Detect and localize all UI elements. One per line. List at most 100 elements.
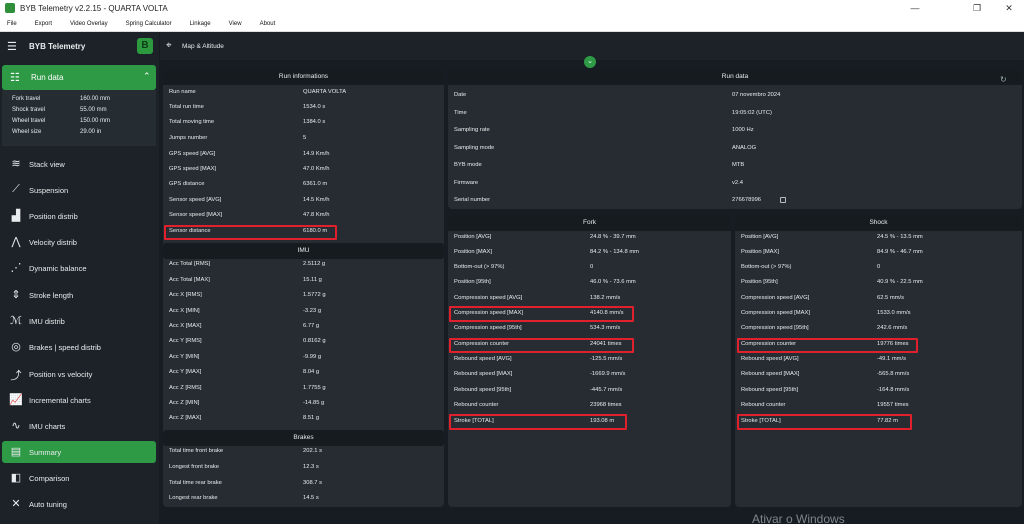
sidebar-item-label: Dynamic balance	[29, 264, 87, 273]
run-data-row: BYB mode MTB	[454, 162, 832, 176]
shock-row: Rebound speed [95th] -164.8 mm/s	[741, 387, 977, 401]
run-data-row-label: Sampling rate	[454, 127, 490, 133]
sidebar-item-dynamic-balance[interactable]: ⋰ Dynamic balance	[2, 257, 156, 279]
brakes-row-label: Longest front brake	[169, 464, 219, 470]
shock-row-value: 77.82 m	[877, 418, 898, 424]
run-summary-label: Wheel size	[12, 129, 42, 135]
brakes-title: Brakes	[163, 430, 444, 446]
window-title: BYB Telemetry v2.2.15 - QUARTA VOLTA	[20, 3, 168, 13]
menu-spring-calculator[interactable]: Spring Calculator	[126, 21, 172, 27]
run-info-row-label: GPS speed [AVG]	[169, 151, 216, 157]
imu-row: Acc Y [MIN] -9.99 g	[169, 354, 403, 368]
imu-row: Acc Z [MAX] 8.51 g	[169, 415, 403, 429]
sidebar-item-imu-distrib[interactable]: ℳ IMU distrib	[2, 310, 156, 332]
fork-row-value: 84.2 % - 134.8 mm	[590, 249, 639, 255]
map-altitude-bar[interactable]: ⌖ Map & Altitude ⌄	[160, 32, 1024, 68]
menu-view[interactable]: View	[229, 21, 242, 27]
run-data-row-label: Date	[454, 92, 467, 98]
run-info-row-value: 47.8 Km/h	[303, 212, 330, 218]
activation-watermark: Ativar o Windows	[752, 512, 845, 524]
run-info-row: GPS speed [AVG] 14.9 Km/h	[169, 151, 403, 165]
sidebar-item-brakes-speed-distrib[interactable]: ◎ Brakes | speed distrib	[2, 336, 156, 358]
minimize-icon[interactable]: —	[900, 0, 930, 16]
fork-row-value: -125.5 mm/s	[590, 356, 623, 362]
fork-row-value: 46.0 % - 73.6 mm	[590, 279, 636, 285]
sidebar-item-comparison[interactable]: ◧ Comparison	[2, 467, 156, 489]
run-summary-label: Shock travel	[12, 107, 46, 113]
run-data-toggle[interactable]: ☷ Run data ⌃	[2, 65, 156, 90]
sidebar-item-imu-charts[interactable]: ∿ IMU charts	[2, 415, 156, 437]
run-info-row-label: Jumps number	[169, 135, 208, 141]
run-summary-label: Fork travel	[12, 96, 41, 102]
menu-video-overlay[interactable]: Video Overlay	[70, 21, 108, 27]
run-data-row-label: BYB mode	[454, 162, 482, 168]
fork-row-label: Bottom-out (> 97%)	[454, 264, 505, 270]
run-summary-value: 55.00 mm	[80, 107, 107, 113]
brakes-row-label: Total time front brake	[169, 448, 224, 454]
imu-row-label: Acc X [MAX]	[169, 323, 202, 329]
run-data-row-value: 276678996	[732, 197, 762, 203]
suspension-icon: ⟋	[12, 183, 20, 195]
menu-collapse-icon[interactable]: ☰	[7, 40, 17, 53]
sidebar-item-incremental-charts[interactable]: 📈 Incremental charts	[2, 389, 156, 411]
menu-linkage[interactable]: Linkage	[190, 21, 211, 27]
sidebar-item-label: Summary	[29, 448, 62, 457]
brakes-row-label: Longest rear brake	[169, 495, 218, 501]
sidebar-item-stroke-length[interactable]: ⇕ Stroke length	[2, 284, 156, 306]
run-summary-label: Wheel travel	[12, 118, 46, 124]
menu-about[interactable]: About	[260, 21, 276, 27]
run-data-row-label: Serial number	[454, 197, 491, 203]
shock-row-value: -565.8 mm/s	[877, 371, 910, 377]
fork-row: Position [AVG] 24.8 % - 39.7 mm	[454, 234, 690, 248]
sidebar-item-summary[interactable]: ▤ Summary	[2, 441, 156, 463]
copy-icon[interactable]	[780, 197, 786, 203]
refresh-icon[interactable]: ↻	[1000, 75, 1007, 84]
imu-row: Acc X [MIN] -3.23 g	[169, 308, 403, 322]
close-icon[interactable]: ✕	[994, 0, 1024, 16]
shock-row: Compression speed [MAX] 1533.0 mm/s	[741, 310, 977, 324]
fork-row-label: Compression speed [95th]	[454, 325, 522, 331]
sidebar-item-velocity-distrib[interactable]: ⋀ Velocity distrib	[2, 231, 156, 253]
shock-row: Stroke [TOTAL] 77.82 m	[741, 418, 977, 432]
sidebar-item-position-vs-velocity[interactable]: ⤴ Position vs velocity	[2, 363, 156, 385]
fork-row: Position [MAX] 84.2 % - 134.8 mm	[454, 249, 690, 263]
sidebar-item-label: IMU charts	[29, 422, 66, 431]
imu-row: Acc X [MAX] 6.77 g	[169, 323, 403, 337]
run-info-row-label: Total run time	[169, 104, 204, 110]
run-summary-row: Fork travel 160.00 mm	[12, 96, 152, 106]
imu-row: Acc Z [MIN] -14.85 g	[169, 400, 403, 414]
fork-title: Fork	[448, 215, 731, 231]
run-summary-row: Wheel travel 150.00 mm	[12, 118, 152, 128]
sidebar-item-suspension[interactable]: ⟋ Suspension	[2, 179, 156, 201]
fork-row: Compression speed [AVG] 138.2 mm/s	[454, 295, 690, 309]
sidebar-item-stack-view[interactable]: ≋ Stack view	[2, 153, 156, 175]
sliders-icon: ☷	[10, 72, 20, 84]
imu-row: Acc Total [RMS] 2.5112 g	[169, 261, 403, 275]
sidebar-item-label: Incremental charts	[29, 396, 91, 405]
imu-row-value: 6.77 g	[303, 323, 320, 329]
expand-chevron-icon[interactable]: ⌄	[584, 56, 596, 68]
sidebar-item-position-distrib[interactable]: ▟ Position distrib	[2, 205, 156, 227]
maximize-icon[interactable]: ❐	[962, 0, 992, 16]
run-info-row: Run name QUARTA VOLTA	[169, 89, 403, 103]
run-info-row: Sensor speed [MAX] 47.8 Km/h	[169, 212, 403, 226]
scatter-trend-icon: ⤴	[10, 370, 22, 382]
shock-row-value: 40.9 % - 22.5 mm	[877, 279, 923, 285]
menu-file[interactable]: File	[7, 21, 17, 27]
shock-row-label: Compression speed [95th]	[741, 325, 809, 331]
sidebar-header: ☰ BYB Telemetry B	[0, 32, 159, 60]
run-info-row-label: Total moving time	[169, 119, 215, 125]
menu-export[interactable]: Export	[35, 21, 52, 27]
imu-row-value: 1.5772 g	[303, 292, 326, 298]
run-info-row: GPS speed [MAX] 47.0 Km/h	[169, 166, 403, 180]
shock-row-label: Compression speed [MAX]	[741, 310, 810, 316]
imu-row: Acc Z [RMS] 1.7755 g	[169, 385, 403, 399]
run-data-row: Serial number 276678996	[454, 197, 832, 211]
fork-row: Rebound counter 23968 times	[454, 402, 690, 416]
fork-row-label: Compression counter	[454, 341, 510, 347]
fork-row-value: 23968 times	[590, 402, 622, 408]
comparison-icon: ◧	[10, 472, 22, 484]
run-info-row-label: Sensor distance	[169, 228, 211, 234]
run-data-row-value: MTB	[732, 162, 745, 168]
sidebar-item-auto-tuning[interactable]: ✕ Auto tuning	[2, 493, 156, 515]
